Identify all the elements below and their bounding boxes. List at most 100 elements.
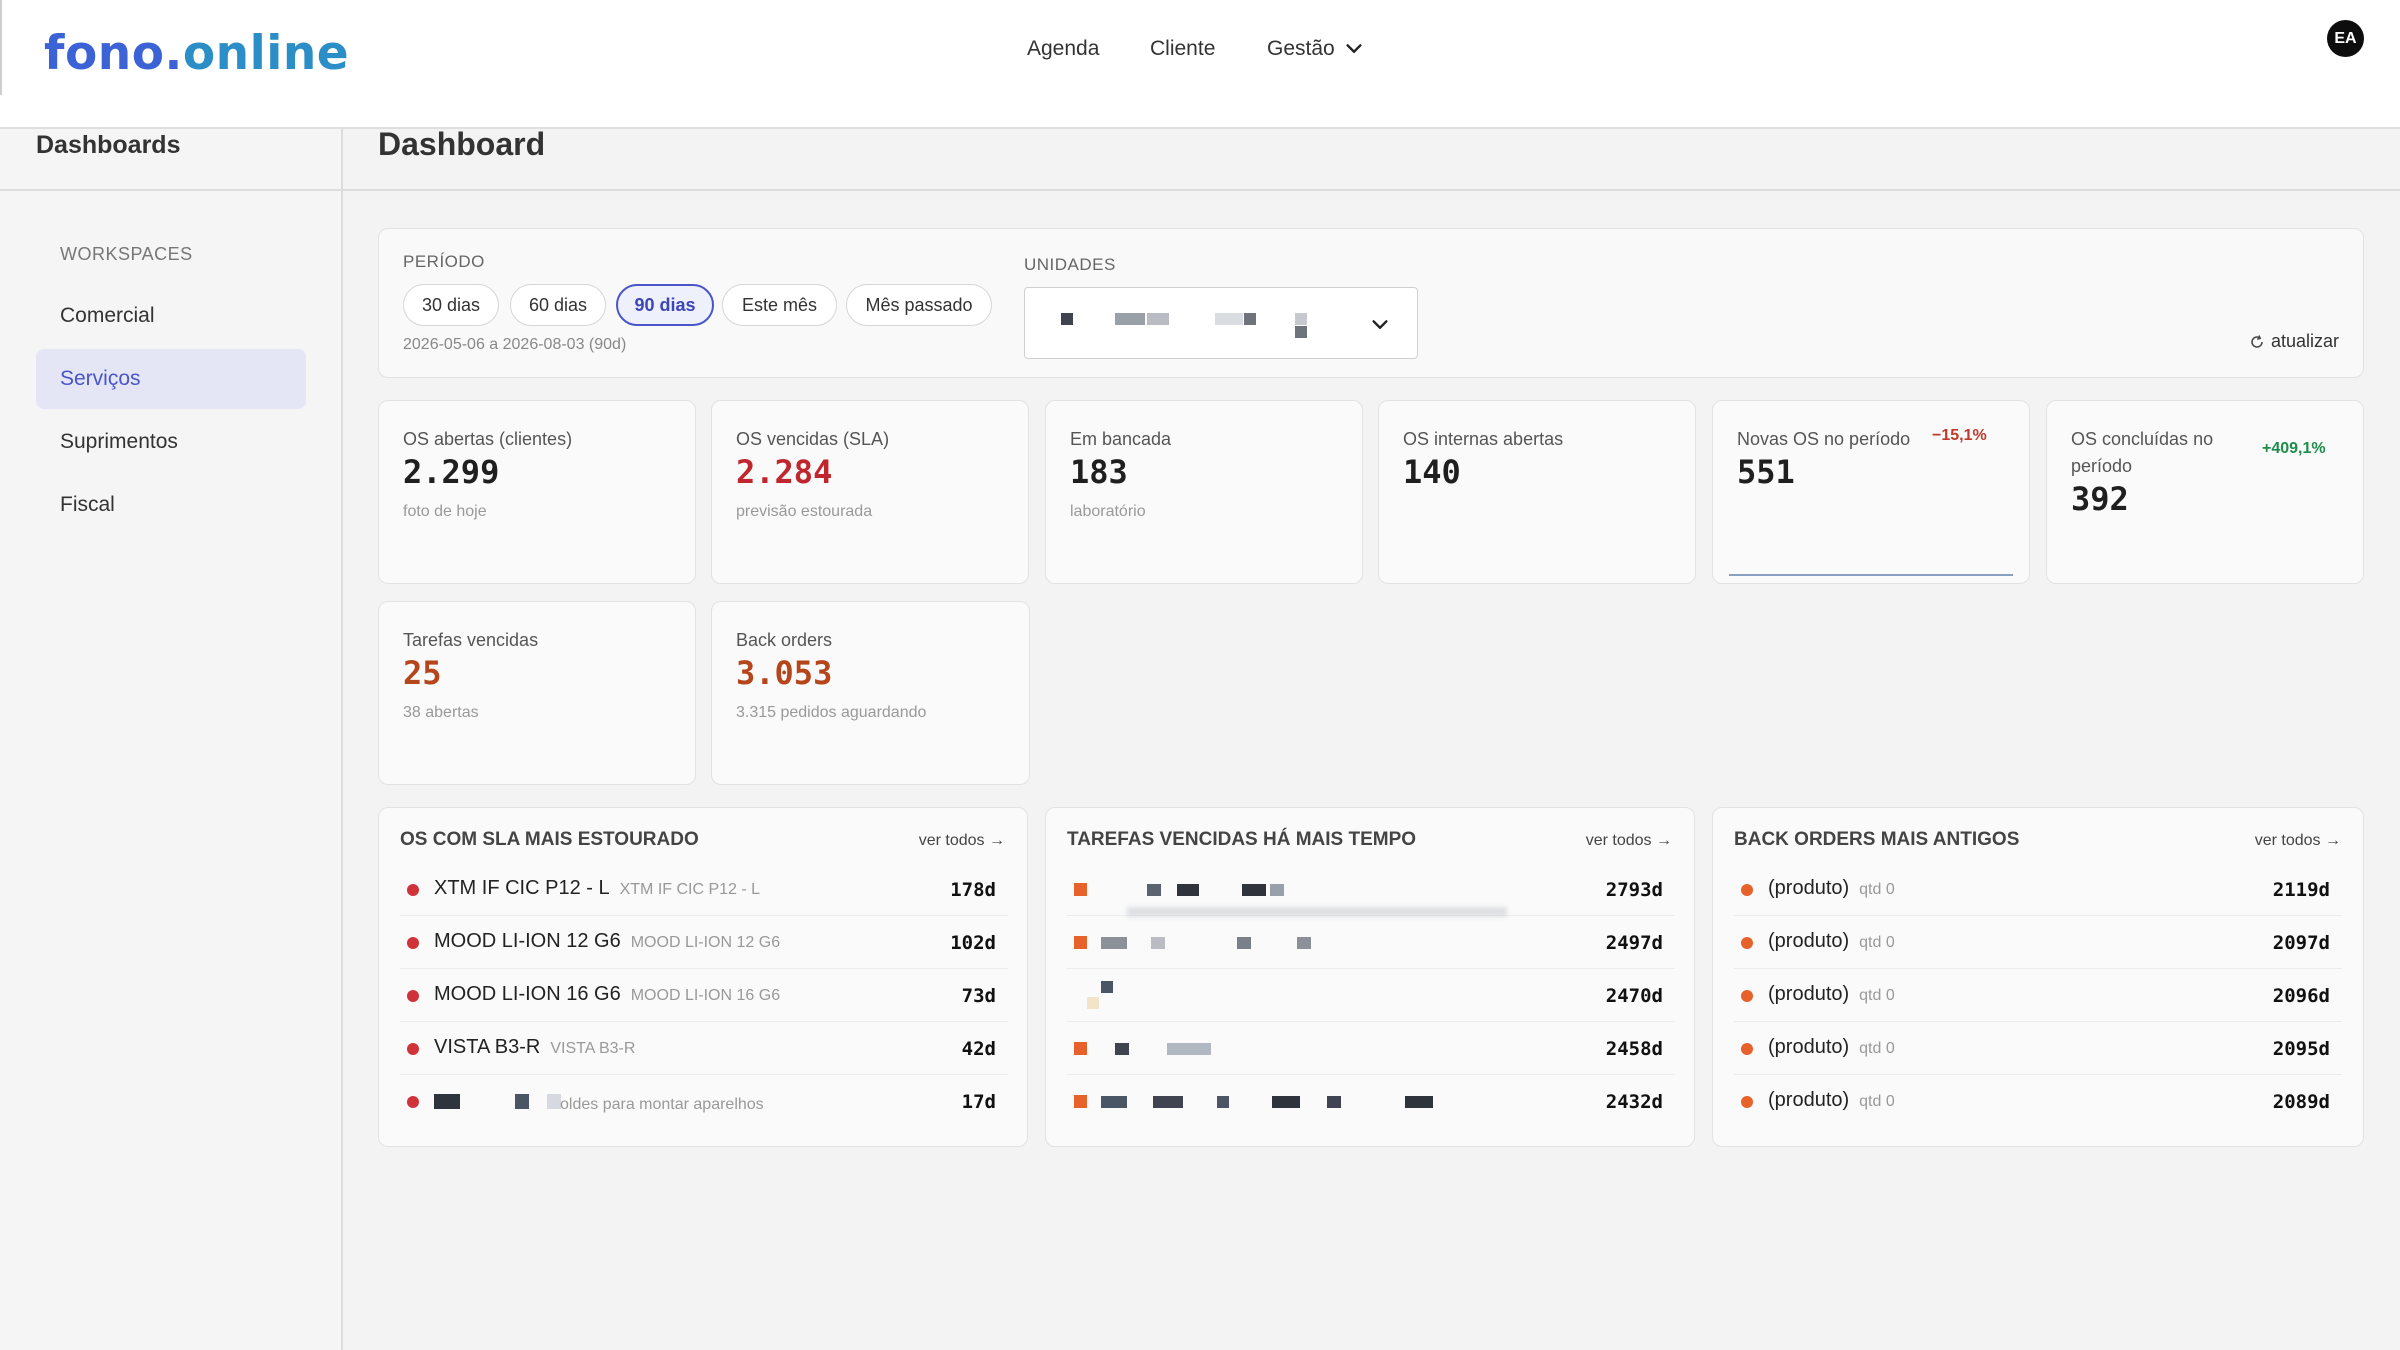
chip-este-mes[interactable]: Este mês <box>722 284 837 326</box>
table-row[interactable]: (produto) qtd 0 2119d <box>1734 863 2342 916</box>
table-row[interactable]: (produto) qtd 0 2097d <box>1734 916 2342 969</box>
kpi-value: 392 <box>2071 480 2129 518</box>
table-row[interactable]: VISTA B3-R VISTA B3-R 42d <box>400 1022 1008 1075</box>
redacted-block <box>1101 1096 1127 1108</box>
table-row[interactable]: (produto) qtd 0 2095d <box>1734 1022 2342 1075</box>
redacted-block <box>434 1094 460 1109</box>
table-row[interactable]: (produto) qtd 0 2096d <box>1734 969 2342 1022</box>
sidebar-item-suprimentos[interactable]: Suprimentos <box>36 412 306 472</box>
table-row[interactable]: XTM IF CIC P12 - L XTM IF CIC P12 - L 178… <box>400 863 1008 916</box>
avatar[interactable]: EA <box>2327 20 2364 57</box>
chevron-down-icon <box>1372 320 1388 329</box>
kpi-back-orders[interactable]: Back orders 3.053 3.315 pedidos aguardan… <box>711 601 1030 785</box>
redacted-block <box>1405 1096 1433 1108</box>
kpi-label: OS internas abertas <box>1403 429 1564 449</box>
chip-mes-passado[interactable]: Mês passado <box>846 284 992 326</box>
refresh-icon <box>2251 334 2263 348</box>
redacted-block <box>1244 313 1256 325</box>
redacted-block <box>1297 937 1311 949</box>
kpi-value: 183 <box>1070 453 1128 491</box>
table-row[interactable]: 2458d <box>1067 1022 1675 1075</box>
status-dot <box>407 1096 419 1108</box>
kpi-os-internas[interactable]: OS internas abertas 140 <box>1378 400 1696 584</box>
kpi-sub: laboratório <box>1070 503 1146 520</box>
left-edge-divider <box>0 0 2 95</box>
chip-30-dias[interactable]: 30 dias <box>403 284 499 326</box>
status-dot <box>1741 1096 1753 1108</box>
table-row[interactable]: 2497d <box>1067 916 1675 969</box>
ver-todos-link[interactable]: ver todos → <box>2255 832 2341 850</box>
status-dot <box>407 1043 419 1055</box>
status-dot <box>407 884 419 896</box>
task-marker <box>1074 883 1087 896</box>
table-row[interactable]: oldes para montar aparelhos 17d <box>400 1075 1008 1128</box>
table-row[interactable]: 2470d <box>1067 969 1675 1022</box>
redacted-block <box>1101 981 1113 993</box>
table-row[interactable]: MOOD LI-ION 16 G6 MOOD LI-ION 16 G6 73d <box>400 969 1008 1022</box>
logo[interactable]: fono.online <box>44 26 349 81</box>
page-title: Dashboard <box>378 126 546 162</box>
kpi-label: Tarefas vencidas <box>403 630 539 650</box>
chip-60-dias[interactable]: 60 dias <box>510 284 606 326</box>
ver-todos-link[interactable]: ver todos → <box>919 832 1005 850</box>
redacted-block <box>1215 313 1243 325</box>
kpi-tarefas-vencidas[interactable]: Tarefas vencidas 25 38 abertas <box>378 601 696 785</box>
redacted-block <box>1101 937 1127 949</box>
kpi-novas-os[interactable]: Novas OS no período −15,1% 551 <box>1712 400 2030 584</box>
kpi-value: 140 <box>1403 453 1461 491</box>
kpi-os-concluidas[interactable]: OS concluídas no período +409,1% 392 <box>2046 400 2364 584</box>
period-label: PERÍODO <box>403 252 485 271</box>
redacted-block <box>1115 1043 1129 1055</box>
refresh-button[interactable]: atualizar <box>2249 331 2339 352</box>
redacted-block <box>1242 884 1266 896</box>
sidebar-item-comercial[interactable]: Comercial <box>36 286 306 346</box>
sidebar-header: Dashboards <box>0 129 341 191</box>
chip-90-dias[interactable]: 90 dias <box>616 284 714 326</box>
task-marker <box>1074 1095 1087 1108</box>
ver-todos-link[interactable]: ver todos → <box>1586 832 1672 850</box>
sidebar-item-servicos[interactable]: Serviços <box>36 349 306 409</box>
kpi-em-bancada[interactable]: Em bancada 183 laboratório <box>1045 400 1363 584</box>
kpi-os-vencidas[interactable]: OS vencidas (SLA) 2.284 previsão estoura… <box>711 400 1029 584</box>
status-dot <box>407 990 419 1002</box>
task-marker <box>1074 1042 1087 1055</box>
kpi-label: OS vencidas (SLA) <box>736 429 890 449</box>
status-dot <box>1741 884 1753 896</box>
redacted-block <box>1217 1096 1229 1108</box>
panel-sla: OS COM SLA MAIS ESTOURADO ver todos → XT… <box>378 807 1028 1147</box>
table-row[interactable]: 2432d <box>1067 1075 1675 1128</box>
table-row[interactable]: (produto) qtd 0 2089d <box>1734 1075 2342 1128</box>
redacted-block <box>1177 884 1199 896</box>
units-select[interactable] <box>1024 287 1418 359</box>
status-dot <box>407 937 419 949</box>
redacted-block <box>1295 313 1307 325</box>
filter-bar: PERÍODO 30 dias 60 dias 90 dias Este mês… <box>378 228 2364 378</box>
sidebar-title: Dashboards <box>36 131 181 159</box>
table-row[interactable]: 2793d <box>1067 863 1675 917</box>
top-bar: fono.online Agenda Cliente Gestão EA <box>0 0 2400 129</box>
panel-tarefas: TAREFAS VENCIDAS HÁ MAIS TEMPO ver todos… <box>1045 807 1695 1147</box>
redacted-block <box>1270 884 1284 896</box>
redacted-block <box>1151 937 1165 949</box>
trend-badge-down: −15,1% <box>1932 427 1987 444</box>
panel-title: TAREFAS VENCIDAS HÁ MAIS TEMPO <box>1067 829 1417 850</box>
redacted-block <box>547 1094 561 1109</box>
workspaces-label: WORKSPACES <box>60 244 193 264</box>
sparkline <box>1729 574 2013 576</box>
kpi-os-abertas[interactable]: OS abertas (clientes) 2.299 foto de hoje <box>378 400 696 584</box>
nav-cliente[interactable]: Cliente <box>1150 34 1215 64</box>
sidebar-item-fiscal[interactable]: Fiscal <box>36 475 306 535</box>
nav-agenda[interactable]: Agenda <box>1027 34 1099 64</box>
table-row[interactable]: MOOD LI-ION 12 G6 MOOD LI-ION 12 G6 102d <box>400 916 1008 969</box>
nav-gestao[interactable]: Gestão <box>1267 34 1365 64</box>
kpi-value: 3.053 <box>736 654 833 692</box>
kpi-value: 2.299 <box>403 453 500 491</box>
redacted-block <box>1167 1043 1211 1055</box>
kpi-label: OS abertas (clientes) <box>403 429 573 449</box>
panel-back-orders: BACK ORDERS MAIS ANTIGOS ver todos → (pr… <box>1712 807 2364 1147</box>
kpi-sub: foto de hoje <box>403 503 487 520</box>
redacted-block <box>1061 313 1073 325</box>
kpi-label: Back orders <box>736 630 833 650</box>
status-dot <box>1741 937 1753 949</box>
kpi-label: OS concluídas no período <box>2071 429 2214 476</box>
